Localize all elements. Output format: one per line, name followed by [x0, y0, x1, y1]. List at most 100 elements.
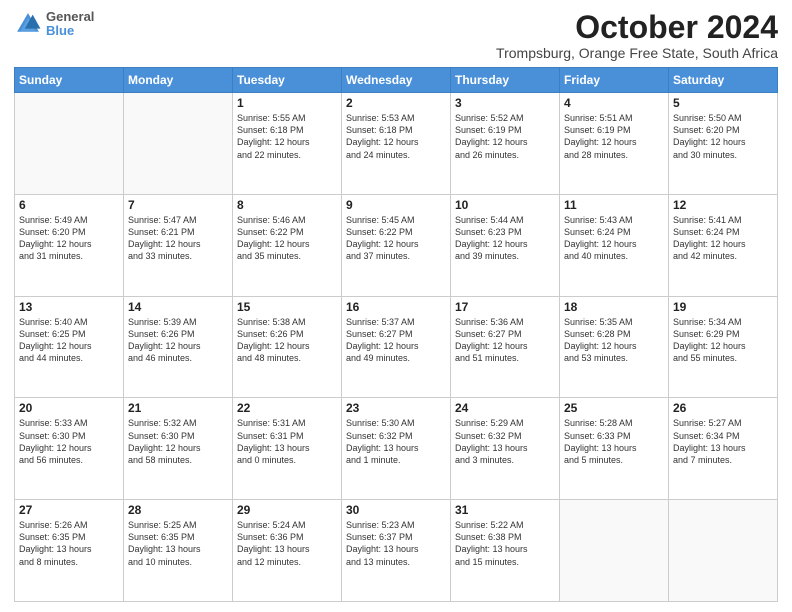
calendar-cell: 10 Sunrise: 5:44 AM Sunset: 6:23 PM Dayli…: [451, 194, 560, 296]
day-info: Sunrise: 5:40 AM Sunset: 6:25 PM Dayligh…: [19, 316, 119, 365]
day-of-week-friday: Friday: [560, 68, 669, 93]
calendar-cell: 18 Sunrise: 5:35 AM Sunset: 6:28 PM Dayli…: [560, 296, 669, 398]
day-info: Sunrise: 5:37 AM Sunset: 6:27 PM Dayligh…: [346, 316, 446, 365]
days-of-week-row: SundayMondayTuesdayWednesdayThursdayFrid…: [15, 68, 778, 93]
day-of-week-monday: Monday: [124, 68, 233, 93]
day-number: 31: [455, 503, 555, 517]
day-info: Sunrise: 5:43 AM Sunset: 6:24 PM Dayligh…: [564, 214, 664, 263]
title-block: October 2024 Trompsburg, Orange Free Sta…: [496, 10, 778, 61]
calendar-cell: 23Sunrise: 5:30 AM Sunset: 6:32 PM Dayli…: [342, 398, 451, 500]
day-number: 26: [673, 401, 773, 415]
calendar-table: SundayMondayTuesdayWednesdayThursdayFrid…: [14, 67, 778, 602]
day-of-week-wednesday: Wednesday: [342, 68, 451, 93]
day-number: 16: [346, 300, 446, 314]
calendar-cell: 28 Sunrise: 5:25 AM Sunset: 6:35 PM Dayli…: [124, 500, 233, 602]
calendar-cell: 26 Sunrise: 5:27 AM Sunset: 6:34 PM Dayli…: [669, 398, 778, 500]
day-number: 15: [237, 300, 337, 314]
day-of-week-tuesday: Tuesday: [233, 68, 342, 93]
day-info: Sunrise: 5:34 AM Sunset: 6:29 PM Dayligh…: [673, 316, 773, 365]
day-number: 21: [128, 401, 228, 415]
calendar-body: 1Sunrise: 5:55 AM Sunset: 6:18 PM Daylig…: [15, 93, 778, 602]
day-number: 29: [237, 503, 337, 517]
calendar-cell: [15, 93, 124, 195]
day-info: Sunrise: 5:49 AM Sunset: 6:20 PM Dayligh…: [19, 214, 119, 263]
calendar-cell: [560, 500, 669, 602]
day-info: Sunrise: 5:38 AM Sunset: 6:26 PM Dayligh…: [237, 316, 337, 365]
day-info: Sunrise: 5:53 AM Sunset: 6:18 PM Dayligh…: [346, 112, 446, 161]
calendar-cell: [124, 93, 233, 195]
calendar-cell: 4 Sunrise: 5:51 AM Sunset: 6:19 PM Daylig…: [560, 93, 669, 195]
logo: General Blue: [14, 10, 94, 39]
calendar-cell: 31 Sunrise: 5:22 AM Sunset: 6:38 PM Dayli…: [451, 500, 560, 602]
calendar-cell: 8Sunrise: 5:46 AM Sunset: 6:22 PM Daylig…: [233, 194, 342, 296]
day-number: 11: [564, 198, 664, 212]
logo-icon: [14, 10, 42, 38]
day-number: 6: [19, 198, 119, 212]
calendar-cell: 2 Sunrise: 5:53 AM Sunset: 6:18 PM Daylig…: [342, 93, 451, 195]
day-number: 2: [346, 96, 446, 110]
day-number: 3: [455, 96, 555, 110]
day-number: 17: [455, 300, 555, 314]
day-info: Sunrise: 5:52 AM Sunset: 6:19 PM Dayligh…: [455, 112, 555, 161]
day-number: 25: [564, 401, 664, 415]
calendar-cell: 1Sunrise: 5:55 AM Sunset: 6:18 PM Daylig…: [233, 93, 342, 195]
day-number: 19: [673, 300, 773, 314]
calendar-cell: 25Sunrise: 5:28 AM Sunset: 6:33 PM Dayli…: [560, 398, 669, 500]
day-info: Sunrise: 5:36 AM Sunset: 6:27 PM Dayligh…: [455, 316, 555, 365]
calendar-cell: 6 Sunrise: 5:49 AM Sunset: 6:20 PM Daylig…: [15, 194, 124, 296]
day-info: Sunrise: 5:30 AM Sunset: 6:32 PM Dayligh…: [346, 417, 446, 466]
calendar-subtitle: Trompsburg, Orange Free State, South Afr…: [496, 45, 778, 61]
calendar-cell: 20 Sunrise: 5:33 AM Sunset: 6:30 PM Dayli…: [15, 398, 124, 500]
day-info: Sunrise: 5:22 AM Sunset: 6:38 PM Dayligh…: [455, 519, 555, 568]
day-number: 4: [564, 96, 664, 110]
day-info: Sunrise: 5:25 AM Sunset: 6:35 PM Dayligh…: [128, 519, 228, 568]
calendar-title: October 2024: [496, 10, 778, 45]
calendar-cell: 12Sunrise: 5:41 AM Sunset: 6:24 PM Dayli…: [669, 194, 778, 296]
day-info: Sunrise: 5:35 AM Sunset: 6:28 PM Dayligh…: [564, 316, 664, 365]
logo-line1: General: [46, 10, 94, 24]
day-info: Sunrise: 5:29 AM Sunset: 6:32 PM Dayligh…: [455, 417, 555, 466]
day-number: 20: [19, 401, 119, 415]
logo-text: General Blue: [46, 10, 94, 39]
week-row-0: 1Sunrise: 5:55 AM Sunset: 6:18 PM Daylig…: [15, 93, 778, 195]
day-info: Sunrise: 5:32 AM Sunset: 6:30 PM Dayligh…: [128, 417, 228, 466]
calendar-cell: 5 Sunrise: 5:50 AM Sunset: 6:20 PM Daylig…: [669, 93, 778, 195]
day-info: Sunrise: 5:44 AM Sunset: 6:23 PM Dayligh…: [455, 214, 555, 263]
day-info: Sunrise: 5:27 AM Sunset: 6:34 PM Dayligh…: [673, 417, 773, 466]
day-number: 9: [346, 198, 446, 212]
day-info: Sunrise: 5:41 AM Sunset: 6:24 PM Dayligh…: [673, 214, 773, 263]
day-of-week-thursday: Thursday: [451, 68, 560, 93]
calendar-cell: 29 Sunrise: 5:24 AM Sunset: 6:36 PM Dayli…: [233, 500, 342, 602]
day-number: 28: [128, 503, 228, 517]
day-number: 18: [564, 300, 664, 314]
day-info: Sunrise: 5:31 AM Sunset: 6:31 PM Dayligh…: [237, 417, 337, 466]
day-info: Sunrise: 5:39 AM Sunset: 6:26 PM Dayligh…: [128, 316, 228, 365]
calendar-cell: 17 Sunrise: 5:36 AM Sunset: 6:27 PM Dayli…: [451, 296, 560, 398]
week-row-3: 20 Sunrise: 5:33 AM Sunset: 6:30 PM Dayli…: [15, 398, 778, 500]
day-number: 30: [346, 503, 446, 517]
day-number: 24: [455, 401, 555, 415]
day-info: Sunrise: 5:46 AM Sunset: 6:22 PM Dayligh…: [237, 214, 337, 263]
day-of-week-sunday: Sunday: [15, 68, 124, 93]
day-info: Sunrise: 5:47 AM Sunset: 6:21 PM Dayligh…: [128, 214, 228, 263]
calendar-cell: 14Sunrise: 5:39 AM Sunset: 6:26 PM Dayli…: [124, 296, 233, 398]
day-of-week-saturday: Saturday: [669, 68, 778, 93]
day-number: 5: [673, 96, 773, 110]
day-info: Sunrise: 5:33 AM Sunset: 6:30 PM Dayligh…: [19, 417, 119, 466]
day-number: 10: [455, 198, 555, 212]
calendar-cell: 7 Sunrise: 5:47 AM Sunset: 6:21 PM Daylig…: [124, 194, 233, 296]
week-row-1: 6 Sunrise: 5:49 AM Sunset: 6:20 PM Daylig…: [15, 194, 778, 296]
day-info: Sunrise: 5:55 AM Sunset: 6:18 PM Dayligh…: [237, 112, 337, 161]
calendar-header: SundayMondayTuesdayWednesdayThursdayFrid…: [15, 68, 778, 93]
calendar-cell: 9Sunrise: 5:45 AM Sunset: 6:22 PM Daylig…: [342, 194, 451, 296]
week-row-4: 27Sunrise: 5:26 AM Sunset: 6:35 PM Dayli…: [15, 500, 778, 602]
day-info: Sunrise: 5:24 AM Sunset: 6:36 PM Dayligh…: [237, 519, 337, 568]
day-info: Sunrise: 5:50 AM Sunset: 6:20 PM Dayligh…: [673, 112, 773, 161]
page: General Blue October 2024 Trompsburg, Or…: [0, 0, 792, 612]
calendar-cell: [669, 500, 778, 602]
calendar-cell: 15 Sunrise: 5:38 AM Sunset: 6:26 PM Dayli…: [233, 296, 342, 398]
calendar-cell: 3 Sunrise: 5:52 AM Sunset: 6:19 PM Daylig…: [451, 93, 560, 195]
day-number: 13: [19, 300, 119, 314]
day-info: Sunrise: 5:51 AM Sunset: 6:19 PM Dayligh…: [564, 112, 664, 161]
day-number: 7: [128, 198, 228, 212]
